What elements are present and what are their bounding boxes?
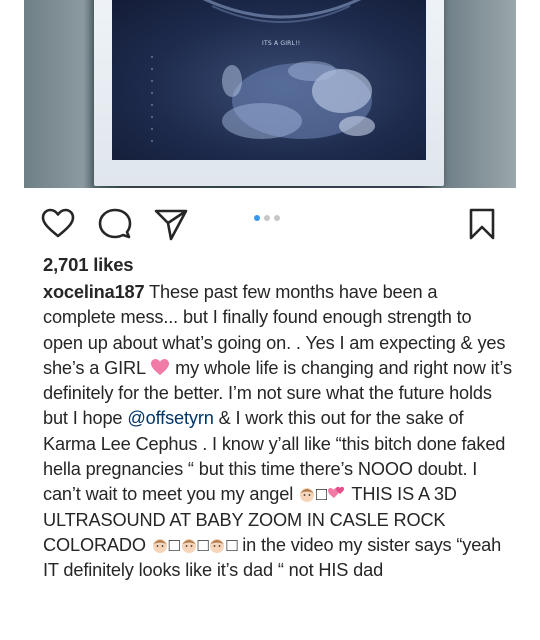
- heart-icon: [41, 208, 75, 238]
- post-caption: xocelina187 These past few months have b…: [43, 280, 513, 584]
- post-image[interactable]: ITS A GIRL!!: [24, 0, 516, 188]
- hearts-emoji-icon: [327, 484, 347, 504]
- comment-icon: [98, 208, 132, 239]
- baby-emoji-icon: [151, 535, 169, 555]
- ultrasound-label: ITS A GIRL!!: [262, 40, 301, 47]
- glyph-placeholder-icon: □: [168, 534, 180, 555]
- carousel-dot: [264, 215, 270, 221]
- carousel-dot: [274, 215, 280, 221]
- like-count[interactable]: 2,701 likes: [43, 254, 134, 276]
- glyph-placeholder-icon: □: [226, 534, 238, 555]
- like-button[interactable]: [40, 206, 76, 242]
- save-button[interactable]: [464, 206, 500, 242]
- bookmark-icon: [469, 208, 495, 240]
- pink-heart-emoji-icon: [150, 358, 170, 378]
- glyph-placeholder-icon: □: [197, 534, 209, 555]
- mention-link[interactable]: @offsetyrn: [127, 408, 214, 428]
- carousel-indicator: [254, 215, 280, 225]
- share-button[interactable]: [153, 206, 189, 242]
- baby-emoji-icon: [208, 535, 226, 555]
- baby-emoji-icon: [180, 535, 198, 555]
- carousel-dot-active: [254, 215, 260, 221]
- comment-button[interactable]: [97, 206, 133, 242]
- glyph-placeholder-icon: □: [316, 484, 327, 505]
- ultrasound-printout: ITS A GIRL!!: [94, 0, 444, 186]
- ultrasound-shapes: [151, 0, 375, 146]
- send-icon: [154, 209, 188, 241]
- ultrasound-scan: ITS A GIRL!!: [112, 0, 426, 160]
- caption-username[interactable]: xocelina187: [43, 282, 145, 302]
- baby-emoji-icon: [298, 484, 316, 504]
